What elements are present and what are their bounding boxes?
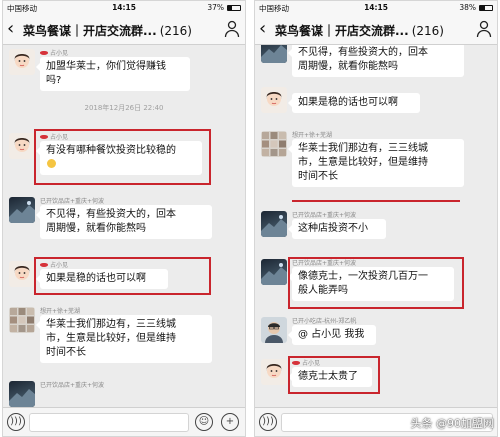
- avatar[interactable]: [9, 197, 35, 223]
- avatar[interactable]: [9, 49, 35, 75]
- input-bar: ))) ☺ +: [3, 407, 245, 436]
- message-text: 周期慢，就看你能熬吗: [298, 61, 398, 72]
- message-text: 这种店投资不小: [298, 223, 368, 234]
- avatar[interactable]: [261, 359, 287, 385]
- status-bar: 中国移动 14:15 37%: [3, 1, 245, 15]
- chat-title: 菜鸟餐谋｜开店交流群... (216): [275, 22, 444, 39]
- chat-messages: 不见得，有些投资大的，回本 周期慢，就看你能熬吗 如果是稳的话也可以啊 想开+徐…: [255, 45, 497, 409]
- sender-name: 已开饮品店+重庆+何波: [40, 380, 104, 389]
- avatar[interactable]: [261, 211, 287, 237]
- lips-icon: [40, 50, 48, 55]
- message-bubble[interactable]: @ 占小见 我我: [288, 325, 376, 345]
- avatar[interactable]: [9, 261, 35, 287]
- sender-text: 想开+徐+芜湖: [40, 308, 81, 315]
- message-text: 市，生意是比较好，但是维持: [298, 157, 428, 168]
- avatar[interactable]: [9, 307, 35, 333]
- watermark: 头条 @90加盟网: [410, 417, 495, 430]
- chat-timestamp: 2018年12月26日 22:40: [84, 104, 164, 112]
- back-chevron-icon[interactable]: ‹: [7, 17, 14, 41]
- plus-icon[interactable]: +: [221, 413, 239, 431]
- message-bubble[interactable]: 华莱士我们那边有，三三线城 市，生意是比较好，但是维持 时间不长: [288, 139, 464, 187]
- sender-text: 想开+徐+芜湖: [292, 132, 333, 139]
- message-text: 时间不长: [46, 347, 86, 358]
- message-input[interactable]: [29, 413, 189, 432]
- sender-text: 占小见: [50, 50, 69, 57]
- message-bubble[interactable]: 华莱士我们那边有，三三线城 市，生意是比较好，但是维持 时间不长: [36, 315, 212, 363]
- highlight-box: [288, 257, 464, 309]
- message-text: 不见得，有些投资大的，回本: [46, 209, 176, 220]
- highlight-box: [34, 257, 211, 295]
- message-text: 加盟华莱士，你们觉得赚钱: [46, 61, 166, 72]
- back-chevron-icon[interactable]: ‹: [259, 17, 266, 41]
- message-text: 不见得，有些投资大的，回本: [298, 47, 428, 58]
- message-bubble[interactable]: 不见得，有些投资大的，回本 周期慢，就看你能熬吗: [288, 45, 464, 77]
- avatar[interactable]: [261, 259, 287, 285]
- sender-name: 占小见: [40, 48, 68, 57]
- status-right: 38%: [459, 3, 493, 12]
- message-text: 时间不长: [298, 171, 338, 182]
- battery-fill: [228, 5, 233, 10]
- sender-text: 已开饮品店+重庆+何波: [40, 198, 105, 205]
- message-bubble[interactable]: 这种店投资不小: [288, 219, 386, 239]
- member-count: (216): [159, 24, 192, 38]
- chat-header: ‹ 菜鸟餐谋｜开店交流群... (216): [255, 15, 497, 45]
- emoji-icon[interactable]: ☺: [195, 413, 213, 431]
- sender-name: 想开+徐+芜湖: [40, 306, 80, 315]
- highlight-underline: [292, 200, 460, 202]
- voice-icon[interactable]: ))): [7, 413, 25, 431]
- chat-messages: 占小见 加盟华莱士，你们觉得赚钱 吗? 2018年12月26日 22:40 占小…: [3, 45, 245, 409]
- voice-icon[interactable]: ))): [259, 413, 277, 431]
- sender-text: 已开饮品店+重庆+何波: [292, 212, 357, 219]
- group-info-icon[interactable]: [224, 20, 240, 38]
- group-name: 菜鸟餐谋｜开店交流群...: [275, 24, 409, 38]
- battery-percent: 38%: [459, 3, 476, 12]
- message-text: 市，生意是比较好，但是维持: [46, 333, 176, 344]
- avatar[interactable]: [9, 381, 35, 407]
- sender-name: 已开饮品店+重庆+何波: [292, 210, 356, 219]
- battery-percent: 37%: [207, 3, 224, 12]
- avatar[interactable]: [261, 131, 287, 157]
- message-bubble[interactable]: 如果是稳的话也可以啊: [288, 93, 420, 113]
- message-text: 吗?: [46, 75, 62, 86]
- status-right: 37%: [207, 3, 241, 12]
- status-bar: 中国移动 14:15 38%: [255, 1, 497, 15]
- message-text: 周期慢，就看你能熬吗: [46, 223, 146, 234]
- message-bubble[interactable]: 不见得，有些投资大的，回本 周期慢，就看你能熬吗: [36, 205, 212, 239]
- battery-fill: [480, 5, 485, 10]
- avatar[interactable]: [261, 317, 287, 343]
- sender-name: 想开+徐+芜湖: [292, 130, 332, 139]
- message-bubble[interactable]: 加盟华莱士，你们觉得赚钱 吗?: [36, 57, 190, 91]
- highlight-box: [288, 356, 380, 394]
- avatar[interactable]: [9, 133, 35, 159]
- highlight-box: [34, 129, 211, 185]
- avatar[interactable]: [261, 87, 287, 113]
- sender-text: 已开饮品店+重庆+何波: [40, 382, 105, 389]
- sender-name: 已开小吃店-杭州-郑乙帆: [292, 316, 356, 325]
- group-name: 菜鸟餐谋｜开店交流群...: [23, 24, 157, 38]
- right-phone-screen: 中国移动 14:15 38% ‹ 菜鸟餐谋｜开店交流群... (216) 不见得，…: [254, 0, 498, 437]
- chat-header: ‹ 菜鸟餐谋｜开店交流群... (216): [3, 15, 245, 45]
- message-text: @ 占小见 我我: [298, 329, 365, 340]
- left-phone-screen: 中国移动 14:15 37% ‹ 菜鸟餐谋｜开店交流群... (216) 占小见 …: [2, 0, 246, 437]
- message-text: 华莱士我们那边有，三三线城: [298, 143, 428, 154]
- group-info-icon[interactable]: [476, 20, 492, 38]
- message-text: 如果是稳的话也可以啊: [298, 97, 398, 108]
- member-count: (216): [411, 24, 444, 38]
- battery-icon: [227, 4, 241, 11]
- battery-icon: [479, 4, 493, 11]
- chat-title: 菜鸟餐谋｜开店交流群... (216): [23, 22, 192, 39]
- message-text: 华莱士我们那边有，三三线城: [46, 319, 176, 330]
- sender-text: 已开小吃店-杭州-郑乙帆: [292, 318, 357, 325]
- sender-name: 已开饮品店+重庆+何波: [40, 196, 104, 205]
- avatar[interactable]: [261, 45, 287, 63]
